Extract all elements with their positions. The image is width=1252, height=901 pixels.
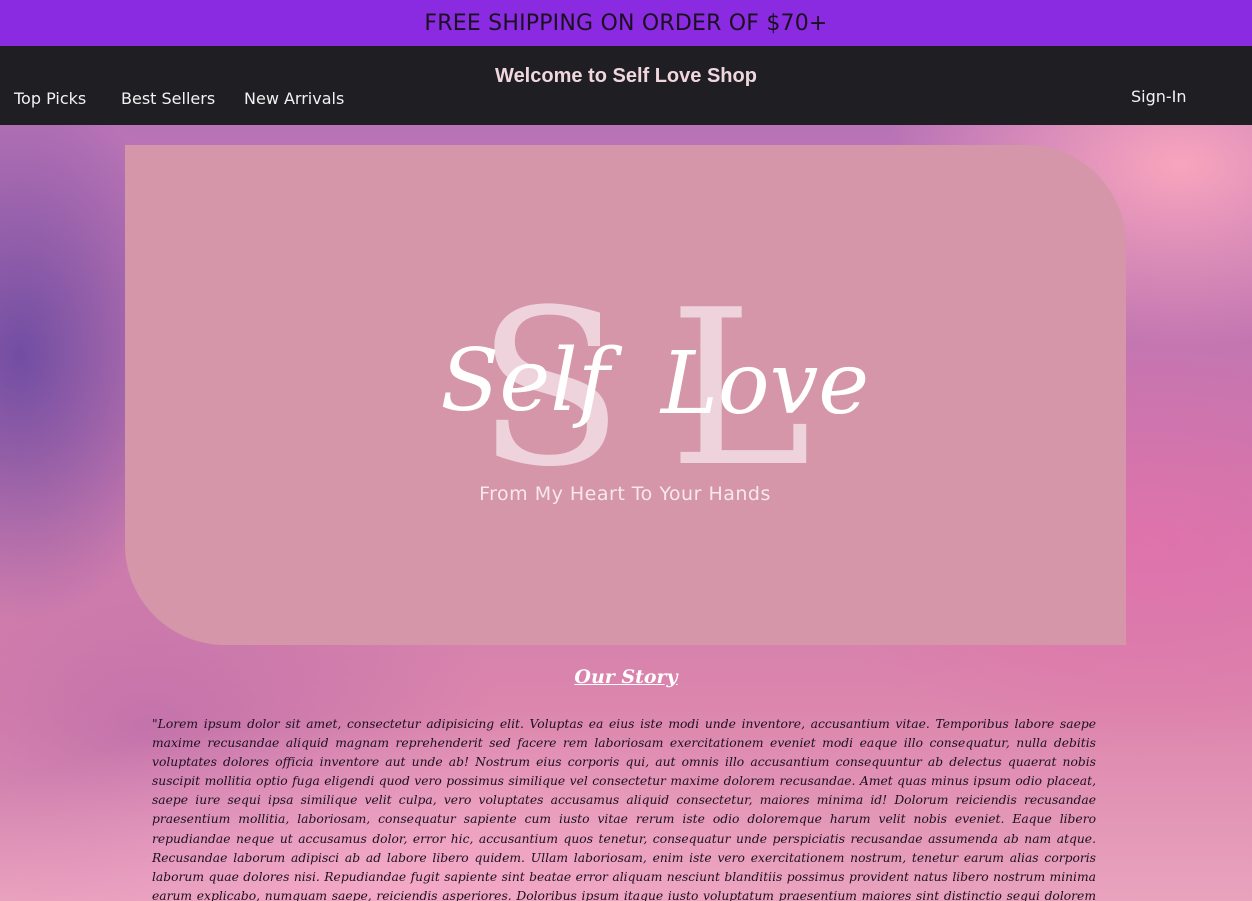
promo-text: FREE SHIPPING ON ORDER OF $70+ bbox=[424, 10, 828, 36]
logo-tagline: From My Heart To Your Hands bbox=[479, 483, 771, 505]
self-love-logo: S L Self Love From My Heart To Your Hand… bbox=[440, 263, 869, 514]
logo-word-love: Love bbox=[659, 334, 869, 434]
nav-link-new-arrivals[interactable]: New Arrivals bbox=[244, 89, 344, 108]
our-story-heading: Our Story bbox=[574, 666, 678, 688]
hero-banner: S L Self Love From My Heart To Your Hand… bbox=[125, 145, 1126, 645]
nav-link-top-picks[interactable]: Top Picks bbox=[14, 89, 86, 108]
our-story-text: "Lorem ipsum dolor sit amet, consectetur… bbox=[152, 717, 1096, 901]
logo-word-self: Self bbox=[440, 331, 622, 431]
top-navbar: Top Picks Best Sellers New Arrivals Welc… bbox=[0, 46, 1252, 125]
sign-in-link[interactable]: Sign-In bbox=[1131, 87, 1187, 106]
nav-link-best-sellers[interactable]: Best Sellers bbox=[121, 89, 215, 108]
site-title: Welcome to Self Love Shop bbox=[495, 65, 757, 87]
promo-banner: FREE SHIPPING ON ORDER OF $70+ bbox=[0, 0, 1252, 46]
